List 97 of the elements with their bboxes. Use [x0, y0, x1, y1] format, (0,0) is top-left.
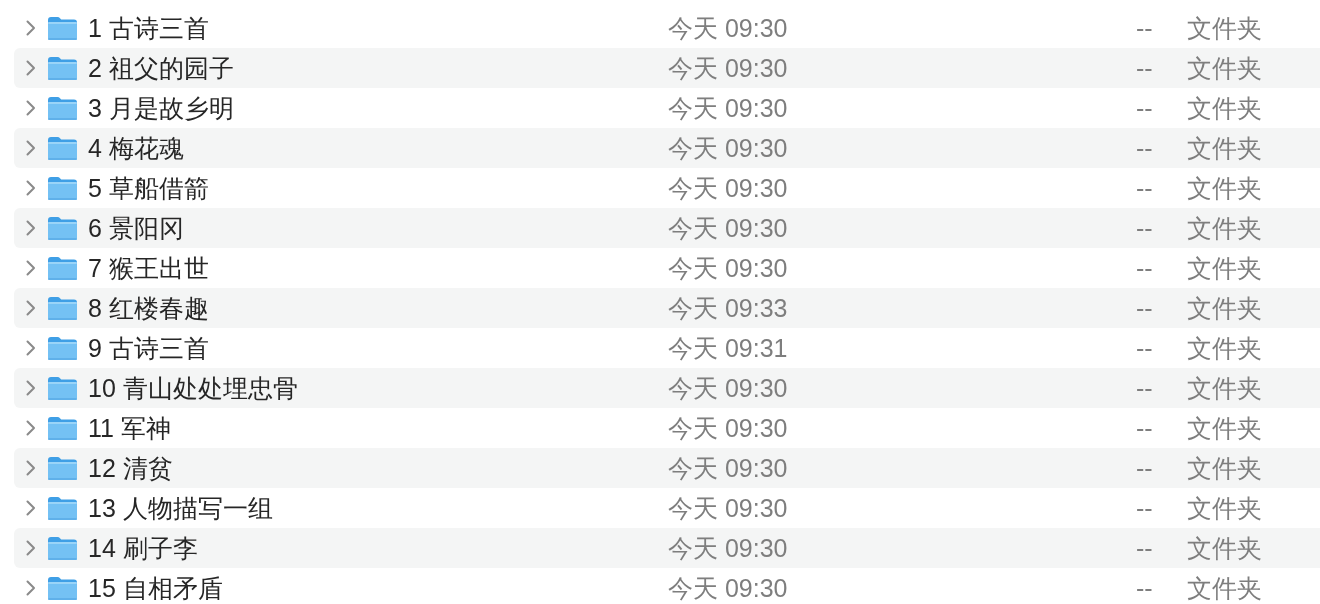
kind-text: 文件夹: [1187, 293, 1262, 323]
modified-date: 今天 09:30: [668, 173, 789, 203]
folder-icon: [47, 215, 78, 241]
folder-icon: [47, 175, 78, 201]
size-text: --: [1136, 53, 1154, 83]
chevron-icon[interactable]: [26, 100, 36, 116]
folder-name: 2 祖父的园子: [88, 53, 235, 83]
chevron-icon[interactable]: [26, 540, 36, 556]
kind-text: 文件夹: [1187, 453, 1262, 483]
folder-name: 13 人物描写一组: [88, 493, 274, 523]
size-text: --: [1136, 533, 1154, 563]
chevron-icon[interactable]: [26, 60, 36, 76]
folder-name: 4 梅花魂: [88, 133, 185, 163]
kind-text: 文件夹: [1187, 213, 1262, 243]
kind-text: 文件夹: [1187, 573, 1262, 603]
folder-name: 11 军神: [88, 413, 172, 443]
folder-name: 15 自相矛盾: [88, 573, 224, 603]
folder-icon: [47, 135, 78, 161]
folder-name: 5 草船借箭: [88, 173, 210, 203]
folder-row[interactable]: 14 刷子李 今天 09:30 -- 文件夹: [14, 528, 1320, 568]
chevron-icon[interactable]: [26, 20, 36, 36]
size-text: --: [1136, 493, 1154, 523]
chevron-icon[interactable]: [26, 500, 36, 516]
kind-text: 文件夹: [1187, 133, 1262, 163]
folder-row[interactable]: 4 梅花魂 今天 09:30 -- 文件夹: [14, 128, 1320, 168]
folder-icon: [47, 335, 78, 361]
size-text: --: [1136, 413, 1154, 443]
modified-date: 今天 09:30: [668, 533, 789, 563]
folder-name: 14 刷子李: [88, 533, 199, 563]
folder-name: 1 古诗三首: [88, 13, 210, 43]
modified-date: 今天 09:30: [668, 573, 789, 603]
kind-text: 文件夹: [1187, 533, 1262, 563]
folder-row[interactable]: 10 青山处处埋忠骨 今天 09:30 -- 文件夹: [14, 368, 1320, 408]
folder-name: 6 景阳冈: [88, 213, 185, 243]
chevron-icon[interactable]: [26, 300, 36, 316]
kind-text: 文件夹: [1187, 373, 1262, 403]
folder-icon: [47, 455, 78, 481]
kind-text: 文件夹: [1187, 253, 1262, 283]
folder-name: 3 月是故乡明: [88, 93, 235, 123]
chevron-icon[interactable]: [26, 420, 36, 436]
kind-text: 文件夹: [1187, 333, 1262, 363]
folder-name: 10 青山处处埋忠骨: [88, 373, 299, 403]
size-text: --: [1136, 333, 1154, 363]
chevron-icon[interactable]: [26, 140, 36, 156]
modified-date: 今天 09:31: [668, 333, 789, 363]
modified-date: 今天 09:30: [668, 133, 789, 163]
modified-date: 今天 09:30: [668, 93, 789, 123]
size-text: --: [1136, 93, 1154, 123]
modified-date: 今天 09:30: [668, 13, 789, 43]
folder-icon: [47, 415, 78, 441]
folder-icon: [47, 495, 78, 521]
modified-date: 今天 09:30: [668, 53, 789, 83]
modified-date: 今天 09:33: [668, 293, 789, 323]
folder-icon: [47, 295, 78, 321]
kind-text: 文件夹: [1187, 173, 1262, 203]
chevron-icon[interactable]: [26, 460, 36, 476]
folder-name: 8 红楼春趣: [88, 293, 210, 323]
folder-icon: [47, 255, 78, 281]
chevron-icon[interactable]: [26, 380, 36, 396]
folder-row[interactable]: 2 祖父的园子 今天 09:30 -- 文件夹: [14, 48, 1320, 88]
folder-icon: [47, 576, 78, 601]
size-text: --: [1136, 213, 1154, 243]
chevron-icon[interactable]: [26, 260, 36, 276]
size-text: --: [1136, 133, 1154, 163]
folder-row[interactable]: 6 景阳冈 今天 09:30 -- 文件夹: [14, 208, 1320, 248]
modified-date: 今天 09:30: [668, 253, 789, 283]
kind-text: 文件夹: [1187, 493, 1262, 523]
modified-date: 今天 09:30: [668, 493, 789, 523]
chevron-icon[interactable]: [26, 340, 36, 356]
kind-text: 文件夹: [1187, 53, 1262, 83]
size-text: --: [1136, 253, 1154, 283]
size-text: --: [1136, 173, 1154, 203]
kind-text: 文件夹: [1187, 93, 1262, 123]
folder-row[interactable]: 8 红楼春趣 今天 09:33 -- 文件夹: [14, 288, 1320, 328]
folder-icon: [47, 375, 78, 401]
kind-text: 文件夹: [1187, 13, 1262, 43]
kind-text: 文件夹: [1187, 413, 1262, 443]
modified-date: 今天 09:30: [668, 413, 789, 443]
folder-icon: [47, 55, 78, 81]
size-text: --: [1136, 373, 1154, 403]
modified-date: 今天 09:30: [668, 213, 789, 243]
folder-icon: [47, 15, 78, 41]
chevron-icon[interactable]: [26, 180, 36, 196]
size-text: --: [1136, 573, 1154, 603]
size-text: --: [1136, 293, 1154, 323]
folder-name: 7 猴王出世: [88, 253, 210, 283]
chevron-icon[interactable]: [26, 220, 36, 236]
modified-date: 今天 09:30: [668, 373, 789, 403]
folder-icon: [47, 95, 78, 121]
size-text: --: [1136, 13, 1154, 43]
folder-name: 12 清贫: [88, 453, 174, 483]
chevron-icon[interactable]: [26, 580, 36, 596]
size-text: --: [1136, 453, 1154, 483]
folder-name: 9 古诗三首: [88, 333, 210, 363]
folder-row[interactable]: 12 清贫 今天 09:30 -- 文件夹: [14, 448, 1320, 488]
modified-date: 今天 09:30: [668, 453, 789, 483]
folder-icon: [47, 535, 78, 561]
